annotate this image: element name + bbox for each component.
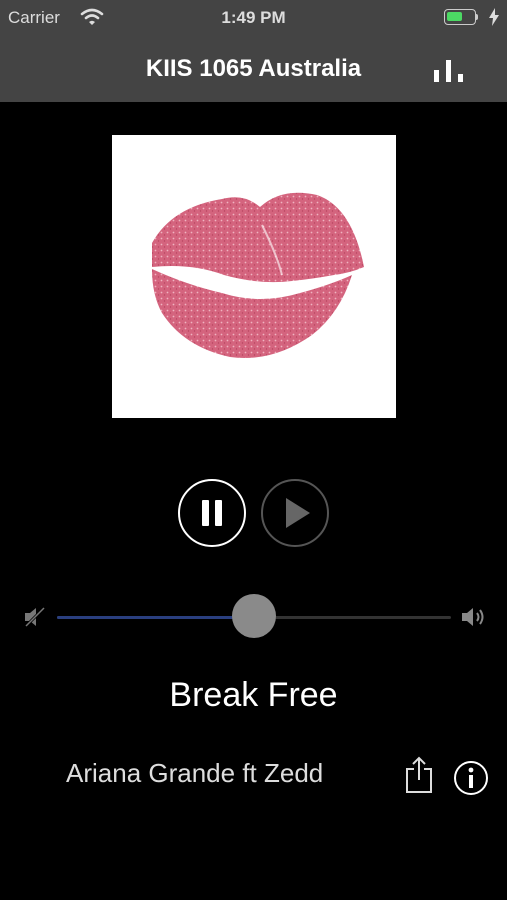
share-button[interactable] [404,755,434,795]
charging-icon [488,8,500,31]
info-icon [454,761,488,795]
status-bar: Carrier 1:49 PM [0,0,507,36]
album-artwork [112,135,396,418]
station-title: KIIS 1065 Australia [145,55,362,82]
battery-icon [444,9,484,27]
volume-slider-fill [57,616,254,619]
lips-icon [152,192,364,359]
artist-name: Ariana Grande ft Zedd [66,758,324,788]
volume-high-icon [460,604,490,630]
volume-slider-thumb[interactable] [232,594,276,638]
nav-bar: KIIS 1065 Australia [0,36,507,102]
share-icon [406,756,432,793]
play-icon [261,479,329,547]
pause-button[interactable] [177,478,247,548]
volume-mute-icon [22,604,48,630]
info-button[interactable] [453,760,489,796]
equalizer-icon[interactable] [432,58,466,84]
pause-icon [178,479,246,547]
song-title: Break Free [169,676,338,714]
status-time: 1:49 PM [221,8,286,27]
play-button[interactable] [260,478,330,548]
